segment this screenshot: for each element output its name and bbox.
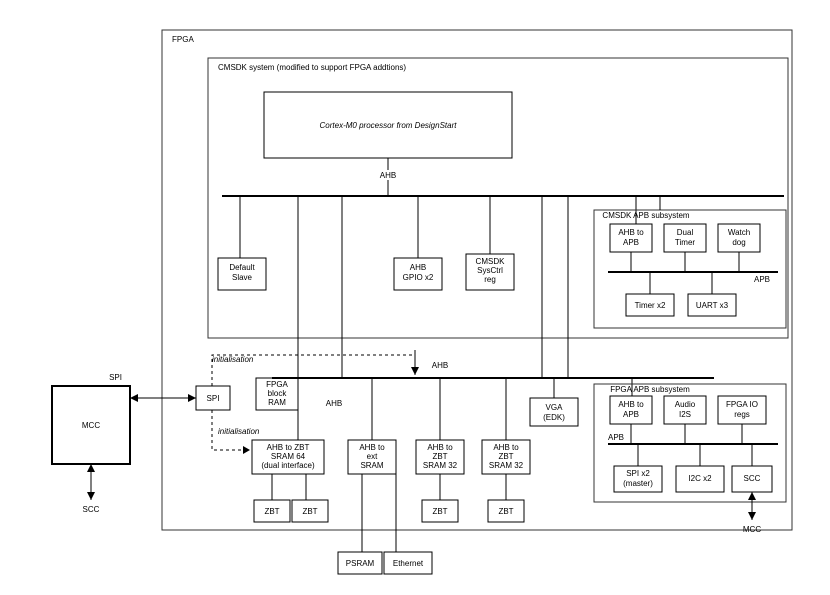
- ahb-label-1: AHB: [380, 171, 396, 180]
- fpga-apb-label: FPGA APB subsystem: [610, 385, 690, 394]
- svg-text:ZBT: ZBT: [432, 452, 447, 461]
- cmsdk-apb-label: CMSDK APB subsystem: [602, 211, 689, 220]
- svg-text:I2C x2: I2C x2: [688, 474, 712, 483]
- svg-text:ZBT: ZBT: [498, 452, 513, 461]
- svg-text:I2S: I2S: [679, 410, 691, 419]
- svg-text:initialisation: initialisation: [212, 355, 254, 364]
- svg-text:Watch: Watch: [728, 228, 750, 237]
- svg-text:ZBT: ZBT: [432, 507, 447, 516]
- svg-text:Dual: Dual: [677, 228, 694, 237]
- ahb-label-3: AHB: [326, 399, 342, 408]
- svg-text:VGA: VGA: [546, 403, 564, 412]
- scc-label: SCC: [83, 505, 100, 514]
- svg-text:FPGA: FPGA: [266, 380, 288, 389]
- ahb-label-2: AHB: [432, 361, 448, 370]
- svg-text:SRAM 32: SRAM 32: [423, 461, 458, 470]
- svg-text:AHB: AHB: [410, 263, 426, 272]
- mcc-label: MCC: [82, 421, 100, 430]
- svg-text:(EDK): (EDK): [543, 413, 565, 422]
- svg-text:Slave: Slave: [232, 273, 253, 282]
- cmsdk-label: CMSDK system (modified to support FPGA a…: [218, 63, 406, 72]
- svg-text:regs: regs: [734, 410, 750, 419]
- svg-text:(dual interface): (dual interface): [261, 461, 315, 470]
- svg-text:dog: dog: [732, 238, 745, 247]
- svg-text:SPI x2: SPI x2: [626, 469, 650, 478]
- svg-text:ext: ext: [367, 452, 378, 461]
- svg-text:SRAM 64: SRAM 64: [271, 452, 306, 461]
- svg-text:FPGA IO: FPGA IO: [726, 400, 758, 409]
- svg-text:Default: Default: [229, 263, 255, 272]
- fpga-label: FPGA: [172, 35, 194, 44]
- svg-text:AHB to: AHB to: [618, 400, 644, 409]
- svg-text:ZBT: ZBT: [264, 507, 279, 516]
- svg-text:Ethernet: Ethernet: [393, 559, 424, 568]
- svg-text:CMSDK: CMSDK: [476, 257, 506, 266]
- svg-text:AHB to: AHB to: [359, 443, 385, 452]
- svg-text:APB: APB: [623, 410, 639, 419]
- svg-text:APB: APB: [754, 275, 770, 284]
- svg-text:AHB to: AHB to: [427, 443, 453, 452]
- svg-text:reg: reg: [484, 275, 496, 284]
- svg-text:ZBT: ZBT: [302, 507, 317, 516]
- svg-text:SCC: SCC: [744, 474, 761, 483]
- svg-text:MCC: MCC: [743, 525, 761, 534]
- svg-text:AHB to ZBT: AHB to ZBT: [267, 443, 310, 452]
- svg-text:APB: APB: [623, 238, 639, 247]
- svg-text:SRAM 32: SRAM 32: [489, 461, 524, 470]
- svg-text:Timer: Timer: [675, 238, 695, 247]
- svg-text:APB: APB: [608, 433, 624, 442]
- svg-text:initialisation: initialisation: [218, 427, 260, 436]
- cortex-label: Cortex-M0 processor from DesignStart: [320, 121, 458, 130]
- svg-text:Audio: Audio: [675, 400, 696, 409]
- svg-text:Timer x2: Timer x2: [635, 301, 666, 310]
- spi-conn-label: SPI: [109, 373, 122, 382]
- svg-text:block: block: [268, 389, 288, 398]
- svg-text:SPI: SPI: [207, 394, 220, 403]
- svg-text:UART x3: UART x3: [696, 301, 729, 310]
- svg-text:(master): (master): [623, 479, 653, 488]
- svg-text:ZBT: ZBT: [498, 507, 513, 516]
- svg-text:GPIO x2: GPIO x2: [403, 273, 434, 282]
- svg-text:PSRAM: PSRAM: [346, 559, 375, 568]
- block-diagram: FPGA CMSDK system (modified to support F…: [0, 0, 830, 595]
- svg-text:SRAM: SRAM: [360, 461, 383, 470]
- svg-text:SysCtrl: SysCtrl: [477, 266, 503, 275]
- svg-text:AHB to: AHB to: [618, 228, 644, 237]
- svg-text:AHB to: AHB to: [493, 443, 519, 452]
- svg-text:RAM: RAM: [268, 398, 286, 407]
